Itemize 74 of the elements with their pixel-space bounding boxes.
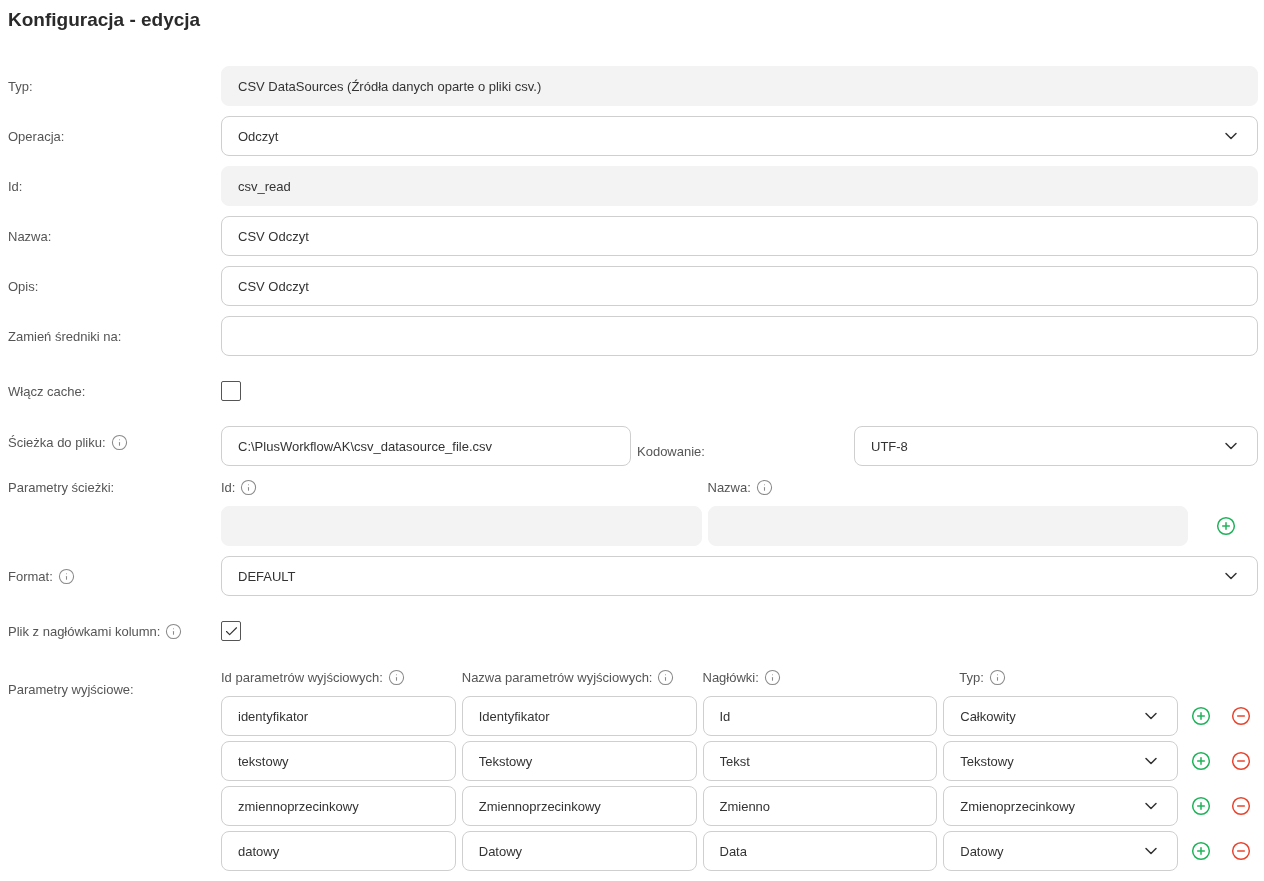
dropdown[interactable]: DEFAULT bbox=[221, 556, 1258, 596]
input-field[interactable]: datowy bbox=[221, 831, 456, 871]
input-field[interactable]: csv_read bbox=[221, 166, 1258, 206]
input-field[interactable]: Data bbox=[702, 831, 938, 871]
checkbox[interactable] bbox=[221, 621, 241, 641]
input-field[interactable]: identyfikator bbox=[221, 696, 456, 736]
input-field[interactable]: Zmiennoprzecinkowy bbox=[461, 786, 697, 826]
field-label: Parametry wyjściowe: bbox=[8, 682, 134, 697]
input-field[interactable] bbox=[221, 316, 1258, 356]
field-label: Typ: bbox=[8, 78, 33, 94]
input-field[interactable]: CSV DataSources (Źródła danych oparte o pliki csv.) bbox=[221, 66, 1258, 106]
info-icon bbox=[165, 622, 183, 640]
column-label: Nazwa: bbox=[707, 479, 751, 495]
field-label: Włącz cache: bbox=[8, 383, 86, 399]
plus-circle-icon bbox=[1191, 751, 1211, 771]
field-label: Nazwa: bbox=[8, 228, 52, 244]
column-label: Nazwa parametrów wyjściowych: bbox=[461, 669, 653, 685]
plus-circle-icon bbox=[1191, 796, 1211, 816]
checkbox[interactable] bbox=[221, 381, 241, 401]
minus-circle-icon bbox=[1231, 841, 1251, 861]
info-icon bbox=[57, 567, 75, 585]
field-label: Ścieżka do pliku: bbox=[8, 435, 106, 450]
input-field[interactable]: Datowy bbox=[461, 831, 697, 871]
plus-circle-icon bbox=[1191, 841, 1211, 861]
field-label: Plik z nagłówkami kolumn: bbox=[8, 623, 161, 639]
info-icon bbox=[988, 668, 1006, 686]
remove-button[interactable] bbox=[1231, 706, 1251, 726]
column-label: Nagłówki: bbox=[702, 669, 759, 685]
info-icon bbox=[755, 478, 773, 496]
page-title: Konfiguracja - edycja bbox=[8, 8, 202, 32]
input-field[interactable]: Tekstowy bbox=[461, 741, 697, 781]
minus-circle-icon bbox=[1231, 751, 1251, 771]
input-field[interactable]: zmiennoprzecinkowy bbox=[221, 786, 456, 826]
input-field[interactable]: Id bbox=[702, 696, 938, 736]
field-label: Opis: bbox=[8, 278, 39, 294]
input-field[interactable]: C:\PlusWorkflowAK\csv_datasource_file.csv bbox=[221, 426, 631, 466]
input-field[interactable]: Identyfikator bbox=[461, 696, 697, 736]
input-field[interactable]: Tekst bbox=[702, 741, 938, 781]
dropdown[interactable]: Tekstowy bbox=[943, 741, 1178, 781]
info-icon bbox=[110, 434, 128, 451]
info-icon bbox=[763, 668, 781, 686]
field-label: Zamień średniki na: bbox=[8, 328, 122, 344]
info-icon bbox=[387, 668, 405, 686]
field-label: Id: bbox=[8, 178, 23, 194]
input-field[interactable]: tekstowy bbox=[221, 741, 456, 781]
column-label: Id: bbox=[221, 479, 236, 495]
remove-button[interactable] bbox=[1231, 751, 1251, 771]
plus-circle-icon bbox=[1216, 516, 1236, 536]
minus-circle-icon bbox=[1231, 706, 1251, 726]
field-label: Format: bbox=[8, 568, 53, 584]
add-button[interactable] bbox=[1216, 516, 1236, 536]
input-field[interactable]: Zmienno bbox=[702, 786, 938, 826]
dropdown[interactable]: Całkowity bbox=[943, 696, 1178, 736]
add-button[interactable] bbox=[1191, 796, 1211, 816]
input-field[interactable]: CSV Odczyt bbox=[221, 216, 1258, 256]
dropdown[interactable]: Odczyt bbox=[221, 116, 1258, 156]
add-button[interactable] bbox=[1191, 706, 1211, 726]
field-label: Parametry ścieżki: bbox=[8, 480, 115, 495]
dropdown[interactable]: Datowy bbox=[943, 831, 1178, 871]
info-icon bbox=[240, 478, 258, 496]
field-label: Operacja: bbox=[8, 128, 65, 144]
plus-circle-icon bbox=[1191, 706, 1211, 726]
column-label: Typ: bbox=[959, 669, 984, 685]
column-label: Id parametrów wyjściowych: bbox=[221, 669, 383, 685]
minus-circle-icon bbox=[1231, 796, 1251, 816]
dropdown[interactable]: UTF-8 bbox=[854, 426, 1258, 466]
dropdown[interactable]: Zmienoprzecinkowy bbox=[943, 786, 1178, 826]
info-icon bbox=[657, 668, 675, 686]
input-field[interactable]: CSV Odczyt bbox=[221, 266, 1258, 306]
remove-button[interactable] bbox=[1231, 796, 1251, 816]
add-button[interactable] bbox=[1191, 751, 1211, 771]
remove-button[interactable] bbox=[1231, 841, 1251, 861]
field-label: Kodowanie: bbox=[637, 442, 706, 459]
add-button[interactable] bbox=[1191, 841, 1211, 861]
